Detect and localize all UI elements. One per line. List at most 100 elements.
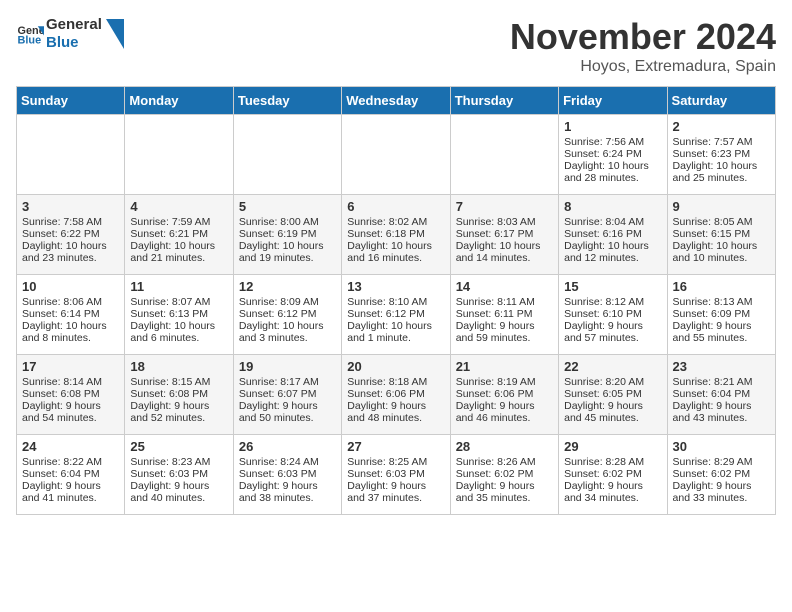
daylight-text: Daylight: 10 hours and 12 minutes. bbox=[564, 240, 661, 264]
sunset-text: Sunset: 6:08 PM bbox=[130, 388, 227, 400]
day-number: 10 bbox=[22, 279, 119, 294]
day-number: 24 bbox=[22, 439, 119, 454]
day-number: 5 bbox=[239, 199, 336, 214]
sunset-text: Sunset: 6:07 PM bbox=[239, 388, 336, 400]
header-day-sunday: Sunday bbox=[17, 87, 125, 115]
daylight-text: Daylight: 9 hours and 55 minutes. bbox=[673, 320, 770, 344]
day-number: 1 bbox=[564, 119, 661, 134]
day-number: 20 bbox=[347, 359, 444, 374]
sunrise-text: Sunrise: 8:14 AM bbox=[22, 376, 119, 388]
day-number: 23 bbox=[673, 359, 770, 374]
calendar-cell: 26Sunrise: 8:24 AMSunset: 6:03 PMDayligh… bbox=[233, 435, 341, 515]
sunrise-text: Sunrise: 8:25 AM bbox=[347, 456, 444, 468]
sunrise-text: Sunrise: 8:21 AM bbox=[673, 376, 770, 388]
calendar-cell: 12Sunrise: 8:09 AMSunset: 6:12 PMDayligh… bbox=[233, 275, 341, 355]
svg-text:Blue: Blue bbox=[18, 34, 42, 46]
sunset-text: Sunset: 6:08 PM bbox=[22, 388, 119, 400]
daylight-text: Daylight: 10 hours and 1 minute. bbox=[347, 320, 444, 344]
header-day-wednesday: Wednesday bbox=[342, 87, 450, 115]
daylight-text: Daylight: 9 hours and 59 minutes. bbox=[456, 320, 553, 344]
calendar-cell: 2Sunrise: 7:57 AMSunset: 6:23 PMDaylight… bbox=[667, 115, 775, 195]
week-row-4: 24Sunrise: 8:22 AMSunset: 6:04 PMDayligh… bbox=[17, 435, 776, 515]
sunrise-text: Sunrise: 8:02 AM bbox=[347, 216, 444, 228]
sunrise-text: Sunrise: 8:23 AM bbox=[130, 456, 227, 468]
sunrise-text: Sunrise: 8:24 AM bbox=[239, 456, 336, 468]
sunset-text: Sunset: 6:22 PM bbox=[22, 228, 119, 240]
daylight-text: Daylight: 9 hours and 52 minutes. bbox=[130, 400, 227, 424]
header-day-monday: Monday bbox=[125, 87, 233, 115]
day-number: 17 bbox=[22, 359, 119, 374]
day-number: 19 bbox=[239, 359, 336, 374]
sunrise-text: Sunrise: 8:07 AM bbox=[130, 296, 227, 308]
calendar-cell: 23 Sunrise: 8:21 AMSunset: 6:04 PMDayligh… bbox=[667, 355, 775, 435]
daylight-text: Daylight: 9 hours and 40 minutes. bbox=[130, 480, 227, 504]
header: General Blue General Blue November 2024 … bbox=[16, 16, 776, 76]
calendar-cell: 14Sunrise: 8:11 AMSunset: 6:11 PMDayligh… bbox=[450, 275, 558, 355]
sunset-text: Sunset: 6:12 PM bbox=[239, 308, 336, 320]
calendar-cell: 6Sunrise: 8:02 AMSunset: 6:18 PMDaylight… bbox=[342, 195, 450, 275]
daylight-text: Daylight: 9 hours and 45 minutes. bbox=[564, 400, 661, 424]
day-number: 22 bbox=[564, 359, 661, 374]
sunrise-text: Sunrise: 7:58 AM bbox=[22, 216, 119, 228]
header-day-friday: Friday bbox=[559, 87, 667, 115]
calendar-cell: 15Sunrise: 8:12 AMSunset: 6:10 PMDayligh… bbox=[559, 275, 667, 355]
sunset-text: Sunset: 6:05 PM bbox=[564, 388, 661, 400]
daylight-text: Daylight: 10 hours and 23 minutes. bbox=[22, 240, 119, 264]
day-number: 16 bbox=[673, 279, 770, 294]
day-number: 21 bbox=[456, 359, 553, 374]
logo-icon: General Blue bbox=[16, 20, 44, 48]
day-number: 14 bbox=[456, 279, 553, 294]
calendar-cell: 30Sunrise: 8:29 AMSunset: 6:02 PMDayligh… bbox=[667, 435, 775, 515]
daylight-text: Daylight: 9 hours and 43 minutes. bbox=[673, 400, 770, 424]
calendar-cell bbox=[17, 115, 125, 195]
logo-arrow-icon bbox=[106, 19, 124, 49]
daylight-text: Daylight: 9 hours and 50 minutes. bbox=[239, 400, 336, 424]
calendar-cell: 17Sunrise: 8:14 AMSunset: 6:08 PMDayligh… bbox=[17, 355, 125, 435]
day-number: 28 bbox=[456, 439, 553, 454]
daylight-text: Daylight: 10 hours and 25 minutes. bbox=[673, 160, 770, 184]
sunrise-text: Sunrise: 8:17 AM bbox=[239, 376, 336, 388]
sunset-text: Sunset: 6:04 PM bbox=[673, 388, 770, 400]
title-area: November 2024 Hoyos, Extremadura, Spain bbox=[510, 16, 776, 76]
calendar-cell bbox=[450, 115, 558, 195]
calendar-cell bbox=[233, 115, 341, 195]
daylight-text: Daylight: 9 hours and 46 minutes. bbox=[456, 400, 553, 424]
calendar-cell: 9Sunrise: 8:05 AMSunset: 6:15 PMDaylight… bbox=[667, 195, 775, 275]
sunrise-text: Sunrise: 8:10 AM bbox=[347, 296, 444, 308]
sunset-text: Sunset: 6:03 PM bbox=[130, 468, 227, 480]
calendar-cell: 3Sunrise: 7:58 AMSunset: 6:22 PMDaylight… bbox=[17, 195, 125, 275]
sunrise-text: Sunrise: 8:20 AM bbox=[564, 376, 661, 388]
sunrise-text: Sunrise: 8:26 AM bbox=[456, 456, 553, 468]
day-number: 11 bbox=[130, 279, 227, 294]
sunset-text: Sunset: 6:10 PM bbox=[564, 308, 661, 320]
day-number: 15 bbox=[564, 279, 661, 294]
day-number: 26 bbox=[239, 439, 336, 454]
sunset-text: Sunset: 6:03 PM bbox=[239, 468, 336, 480]
calendar-cell: 19 Sunrise: 8:17 AMSunset: 6:07 PMDayligh… bbox=[233, 355, 341, 435]
daylight-text: Daylight: 10 hours and 19 minutes. bbox=[239, 240, 336, 264]
location-title: Hoyos, Extremadura, Spain bbox=[510, 58, 776, 76]
sunset-text: Sunset: 6:14 PM bbox=[22, 308, 119, 320]
calendar-cell bbox=[342, 115, 450, 195]
sunrise-text: Sunrise: 8:22 AM bbox=[22, 456, 119, 468]
calendar-cell: 27Sunrise: 8:25 AMSunset: 6:03 PMDayligh… bbox=[342, 435, 450, 515]
day-number: 2 bbox=[673, 119, 770, 134]
calendar-cell: 16Sunrise: 8:13 AMSunset: 6:09 PMDayligh… bbox=[667, 275, 775, 355]
calendar-table: SundayMondayTuesdayWednesdayThursdayFrid… bbox=[16, 86, 776, 515]
sunrise-text: Sunrise: 8:03 AM bbox=[456, 216, 553, 228]
day-number: 4 bbox=[130, 199, 227, 214]
daylight-text: Daylight: 9 hours and 33 minutes. bbox=[673, 480, 770, 504]
week-row-0: 1Sunrise: 7:56 AMSunset: 6:24 PMDaylight… bbox=[17, 115, 776, 195]
sunset-text: Sunset: 6:12 PM bbox=[347, 308, 444, 320]
daylight-text: Daylight: 10 hours and 8 minutes. bbox=[22, 320, 119, 344]
sunrise-text: Sunrise: 8:05 AM bbox=[673, 216, 770, 228]
sunset-text: Sunset: 6:02 PM bbox=[456, 468, 553, 480]
day-number: 9 bbox=[673, 199, 770, 214]
sunset-text: Sunset: 6:06 PM bbox=[456, 388, 553, 400]
sunrise-text: Sunrise: 8:13 AM bbox=[673, 296, 770, 308]
daylight-text: Daylight: 10 hours and 16 minutes. bbox=[347, 240, 444, 264]
header-day-thursday: Thursday bbox=[450, 87, 558, 115]
calendar-cell bbox=[125, 115, 233, 195]
sunrise-text: Sunrise: 8:04 AM bbox=[564, 216, 661, 228]
sunrise-text: Sunrise: 8:15 AM bbox=[130, 376, 227, 388]
